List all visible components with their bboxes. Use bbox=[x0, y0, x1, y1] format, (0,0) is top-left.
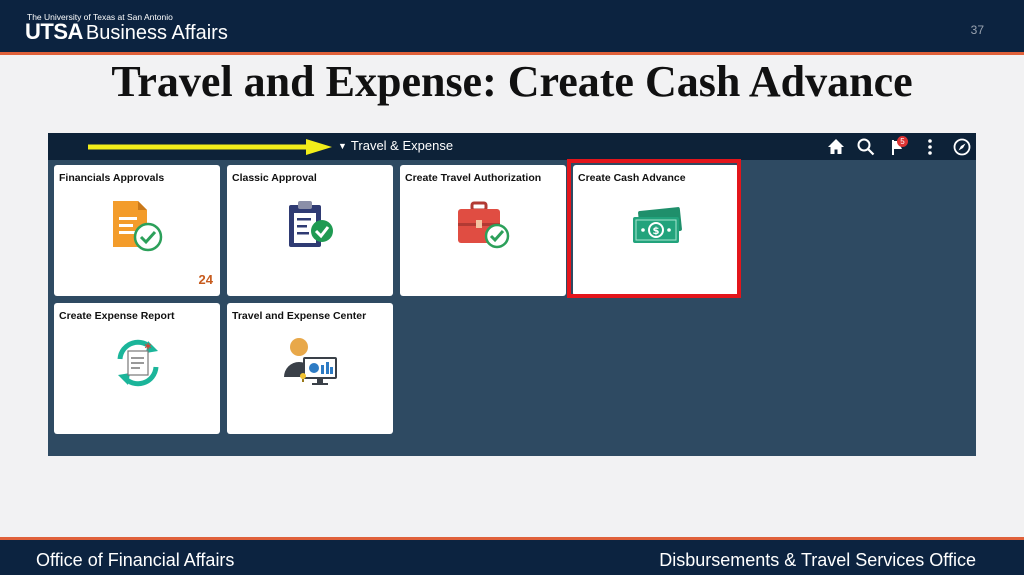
clipboard-check-icon bbox=[113, 201, 163, 252]
tile-financials-approvals[interactable]: Financials Approvals 24 bbox=[54, 165, 220, 296]
tile-label: Travel and Expense Center bbox=[232, 310, 367, 322]
more-icon[interactable] bbox=[920, 137, 940, 157]
briefcase-check-icon bbox=[458, 201, 510, 249]
notifications-button[interactable]: 5 bbox=[889, 136, 909, 157]
annotation-arrow bbox=[88, 139, 332, 155]
home-icon[interactable] bbox=[826, 137, 846, 157]
slide-header: The University of Texas at San Antonio U… bbox=[0, 0, 1024, 55]
app-topbar: ▼ Travel & Expense 5 bbox=[48, 133, 976, 160]
slide-title: Travel and Expense: Create Cash Advance bbox=[111, 57, 913, 106]
nav-title-dropdown[interactable]: ▼ Travel & Expense bbox=[338, 138, 453, 153]
clipboard-approve-icon bbox=[289, 201, 333, 247]
compass-icon[interactable] bbox=[952, 137, 972, 157]
logo-utsa: UTSA bbox=[25, 19, 83, 44]
tile-create-expense-report[interactable]: Create Expense Report * bbox=[54, 303, 220, 434]
person-monitor-icon bbox=[284, 338, 337, 385]
tile-create-travel-authorization[interactable]: Create Travel Authorization bbox=[400, 165, 566, 296]
tile-label: Financials Approvals bbox=[59, 172, 165, 184]
tile-classic-approval[interactable]: Classic Approval bbox=[227, 165, 393, 296]
tile-travel-and-expense-center[interactable]: Travel and Expense Center bbox=[227, 303, 393, 434]
logo-business-affairs: Business Affairs bbox=[85, 22, 228, 44]
utsa-logo: UTSA Business Affairs bbox=[25, 19, 228, 45]
slide-number: 37 bbox=[970, 23, 984, 37]
tile-label: Create Expense Report bbox=[59, 310, 175, 322]
slide-footer: Office of Financial Affairs Disbursement… bbox=[0, 537, 1024, 575]
tile-label: Classic Approval bbox=[232, 172, 317, 184]
refresh-document-icon: * bbox=[117, 339, 159, 387]
app-screenshot: ▼ Travel & Expense 5 Financials Approval… bbox=[48, 133, 976, 456]
footer-right: Disbursements & Travel Services Office bbox=[659, 550, 976, 570]
nav-title-label: Travel & Expense bbox=[350, 138, 454, 153]
tile-label: Create Travel Authorization bbox=[405, 172, 542, 184]
approvals-count: 24 bbox=[198, 272, 213, 287]
search-icon[interactable] bbox=[856, 137, 876, 157]
footer-left: Office of Financial Affairs bbox=[36, 550, 235, 570]
svg-text:*: * bbox=[145, 342, 152, 357]
highlight-box bbox=[567, 159, 741, 298]
caret-down-icon: ▼ bbox=[338, 141, 347, 151]
notification-badge: 5 bbox=[897, 136, 908, 147]
